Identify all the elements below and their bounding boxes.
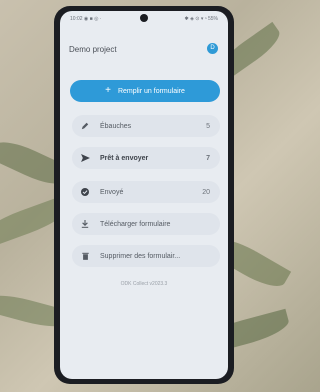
project-title: Demo project [69,45,117,54]
fill-form-label: Remplir un formulaire [117,87,185,95]
trash-icon [78,252,92,260]
download-form-label: Télécharger formulaire [100,220,171,228]
ready-to-send-label: Prêt à envoyer [100,154,149,162]
check-circle-icon [78,188,92,196]
status-bar: 10:02 ◉ ■ ◎ · ✱ ◈ ⊙ ▾ ⁿ 55% [60,11,228,25]
pencil-icon [78,122,92,130]
status-bar-left: 10:02 ◉ ■ ◎ · [70,16,102,22]
app-version: ODK Collect v2023.3 [120,281,168,287]
ready-to-send-count: 7 [206,154,210,162]
sent-item[interactable]: Envoyé 20 [72,181,220,203]
download-icon [78,220,92,228]
front-camera-icon [140,14,148,22]
app-screen: 10:02 ◉ ■ ◎ · ✱ ◈ ⊙ ▾ ⁿ 55% Demo project… [60,11,228,379]
delete-forms-label: Supprimer des formulair... [100,252,181,260]
drafts-count: 5 [206,122,210,130]
sent-label: Envoyé [100,188,124,196]
download-form-item[interactable]: Télécharger formulaire [72,213,220,235]
send-icon [78,154,92,162]
project-avatar[interactable]: D [207,43,218,54]
drafts-item[interactable]: Ébauches 5 [72,115,220,137]
delete-forms-item[interactable]: Supprimer des formulair... [72,245,220,267]
drafts-label: Ébauches [100,122,132,130]
sent-count: 20 [202,188,210,196]
status-bar-right: ✱ ◈ ⊙ ▾ ⁿ 55% [184,16,218,22]
fill-form-button[interactable]: + Remplir un formulaire [70,80,220,102]
ready-to-send-item[interactable]: Prêt à envoyer 7 [72,147,220,169]
plus-icon: + [105,85,111,96]
